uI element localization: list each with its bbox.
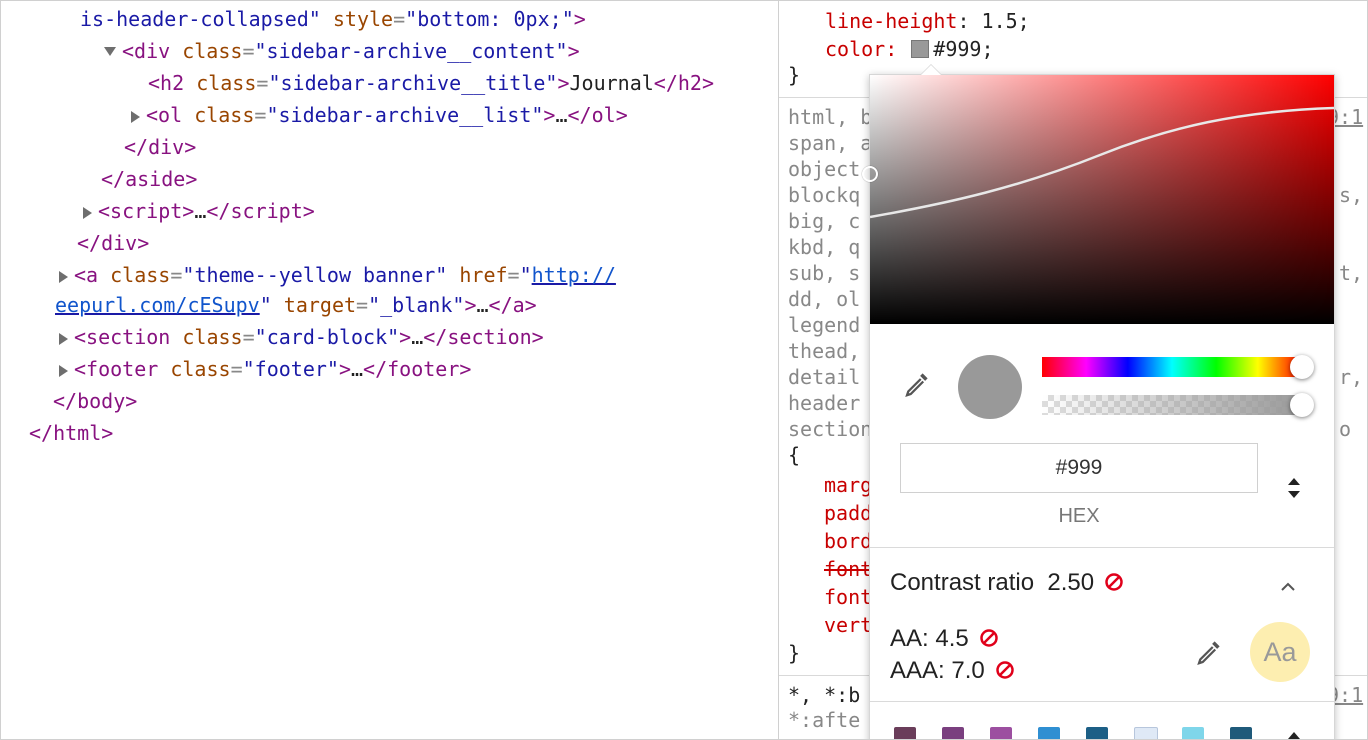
selector-line[interactable]: big, c xyxy=(788,208,860,234)
expand-triangle-icon[interactable] xyxy=(131,110,140,123)
selector-line[interactable]: html, b xyxy=(788,104,872,130)
palette-swatch[interactable] xyxy=(990,727,1012,739)
selector-line[interactable]: thead, xyxy=(788,338,860,364)
node-text: Journal xyxy=(569,71,654,95)
palette-swatch[interactable] xyxy=(1230,727,1252,739)
style-prop[interactable]: vert xyxy=(824,612,872,638)
palette-swatch[interactable] xyxy=(1086,727,1108,739)
href-link[interactable]: eepurl.com/cESupv xyxy=(55,293,260,317)
color-handle[interactable] xyxy=(862,166,878,182)
universal-selector[interactable]: *, *:b xyxy=(788,682,860,708)
style-prop-color[interactable]: color: #999; xyxy=(825,36,994,62)
attr-value: is-header-collapsed xyxy=(80,7,309,31)
section-divider xyxy=(870,701,1334,702)
rule-close-brace: } xyxy=(788,641,801,665)
selector-line[interactable]: blockq xyxy=(788,182,860,208)
color-preview-swatch xyxy=(958,355,1022,419)
format-toggle-icon[interactable] xyxy=(1284,473,1304,503)
selector-line[interactable]: object xyxy=(788,156,860,182)
style-prop[interactable]: marg xyxy=(824,472,872,498)
pseudo-selector: *:afte xyxy=(788,708,861,732)
attr-value: bottom: 0px; xyxy=(417,7,562,31)
alpha-slider-knob[interactable] xyxy=(1290,393,1314,417)
dom-node-ol[interactable]: <ol class="sidebar-archive__list">…</ol> xyxy=(131,99,628,131)
dom-node-div-close[interactable]: </div> xyxy=(124,131,196,163)
dom-node-div-content[interactable]: <div class="sidebar-archive__content"> xyxy=(104,35,580,67)
expand-triangle-icon[interactable] xyxy=(59,332,68,345)
selector-line[interactable]: detail xyxy=(788,364,860,390)
aa-threshold: AA: 4.5 xyxy=(890,625,999,653)
dom-node-a-banner[interactable]: <a class="theme--yellow banner" href="ht… xyxy=(59,259,616,291)
palette-swatch[interactable] xyxy=(1038,727,1060,739)
selector-line[interactable]: legend xyxy=(788,312,860,338)
style-prop[interactable]: font xyxy=(824,584,872,610)
expand-triangle-icon[interactable] xyxy=(59,270,68,283)
hex-input[interactable]: #999 xyxy=(900,443,1258,493)
section-divider xyxy=(870,547,1334,548)
saturation-value-area[interactable] xyxy=(862,75,1334,324)
dom-node-div-close-2[interactable]: </div> xyxy=(77,227,149,259)
style-prop[interactable]: padd xyxy=(824,500,872,526)
selector-line[interactable]: sub, s xyxy=(788,260,860,286)
style-prop-overridden[interactable]: font xyxy=(824,556,872,582)
format-label: HEX xyxy=(1058,505,1100,527)
alpha-slider[interactable] xyxy=(1042,395,1302,415)
dom-node-body-close[interactable]: </body> xyxy=(53,385,137,417)
dom-node-aside-close[interactable]: </aside> xyxy=(101,163,197,195)
palette-switch-icon[interactable] xyxy=(1284,727,1304,740)
aaa-threshold: AAA: 7.0 xyxy=(890,657,1015,685)
devtools-window: is-header-collapsed" style="bottom: 0px;… xyxy=(0,0,1368,740)
selector-line[interactable]: section xyxy=(788,416,872,442)
contrast-line xyxy=(870,106,1334,219)
palette-swatch[interactable] xyxy=(1182,727,1204,739)
palette-swatch[interactable] xyxy=(1134,727,1158,739)
selector-fragment: t, xyxy=(1339,261,1364,285)
background-eyedropper-icon[interactable] xyxy=(1194,637,1224,667)
collapse-triangle-icon[interactable] xyxy=(104,46,116,56)
selector-line[interactable]: kbd, q xyxy=(788,234,860,260)
rule-open-brace: { xyxy=(788,443,801,467)
color-picker-popover[interactable]: #999 HEX Contrast ratio 2.50 AA: 4.5 AAA… xyxy=(862,64,1335,740)
palette-swatch[interactable] xyxy=(942,727,964,739)
popover-caret xyxy=(920,64,942,75)
dom-node-footer[interactable]: <footer class="footer">…</footer> xyxy=(59,353,471,385)
contrast-value: 2.50 xyxy=(1047,569,1095,596)
selector-fragment: s, xyxy=(1339,183,1364,207)
palette-swatch[interactable] xyxy=(894,727,916,739)
dom-node-script[interactable]: <script>…</script> xyxy=(83,195,315,227)
eyedropper-icon[interactable] xyxy=(902,369,932,399)
dom-node-html-close[interactable]: </html> xyxy=(29,417,113,449)
href-link[interactable]: http:// xyxy=(532,263,616,287)
selector-line[interactable]: span, a xyxy=(788,130,872,156)
chevron-up-icon[interactable] xyxy=(1276,575,1300,599)
fail-icon xyxy=(979,629,998,647)
style-prop-line-height[interactable]: line-height: 1.5; xyxy=(825,8,1030,34)
selector-fragment: r, xyxy=(1339,365,1364,389)
expand-triangle-icon[interactable] xyxy=(59,364,68,377)
contrast-ratio: Contrast ratio 2.50 xyxy=(890,569,1124,597)
fail-icon xyxy=(1105,573,1123,591)
rule-close-brace: } xyxy=(788,63,801,87)
selector-fragment: o xyxy=(1339,417,1352,441)
text-sample-preview: Aa xyxy=(1250,622,1310,682)
attr-name: style xyxy=(332,7,394,31)
hue-slider-knob[interactable] xyxy=(1290,355,1314,379)
color-swatch[interactable] xyxy=(911,40,930,58)
elements-panel: is-header-collapsed" style="bottom: 0px;… xyxy=(1,1,778,739)
dom-node-aside-attrs[interactable]: is-header-collapsed" style="bottom: 0px;… xyxy=(80,3,586,35)
dom-node-h2[interactable]: <h2 class="sidebar-archive__title">Journ… xyxy=(148,67,714,99)
selector-line[interactable]: dd, ol xyxy=(788,286,860,312)
fail-icon xyxy=(995,661,1014,679)
dom-node-a-banner-cont[interactable]: eepurl.com/cESupv" target="_blank">…</a> xyxy=(55,289,537,321)
style-prop[interactable]: bord xyxy=(824,528,872,554)
hue-slider[interactable] xyxy=(1042,357,1302,377)
selector-line[interactable]: header xyxy=(788,390,860,416)
expand-triangle-icon[interactable] xyxy=(83,206,92,219)
dom-node-section[interactable]: <section class="card-block">…</section> xyxy=(59,321,544,353)
